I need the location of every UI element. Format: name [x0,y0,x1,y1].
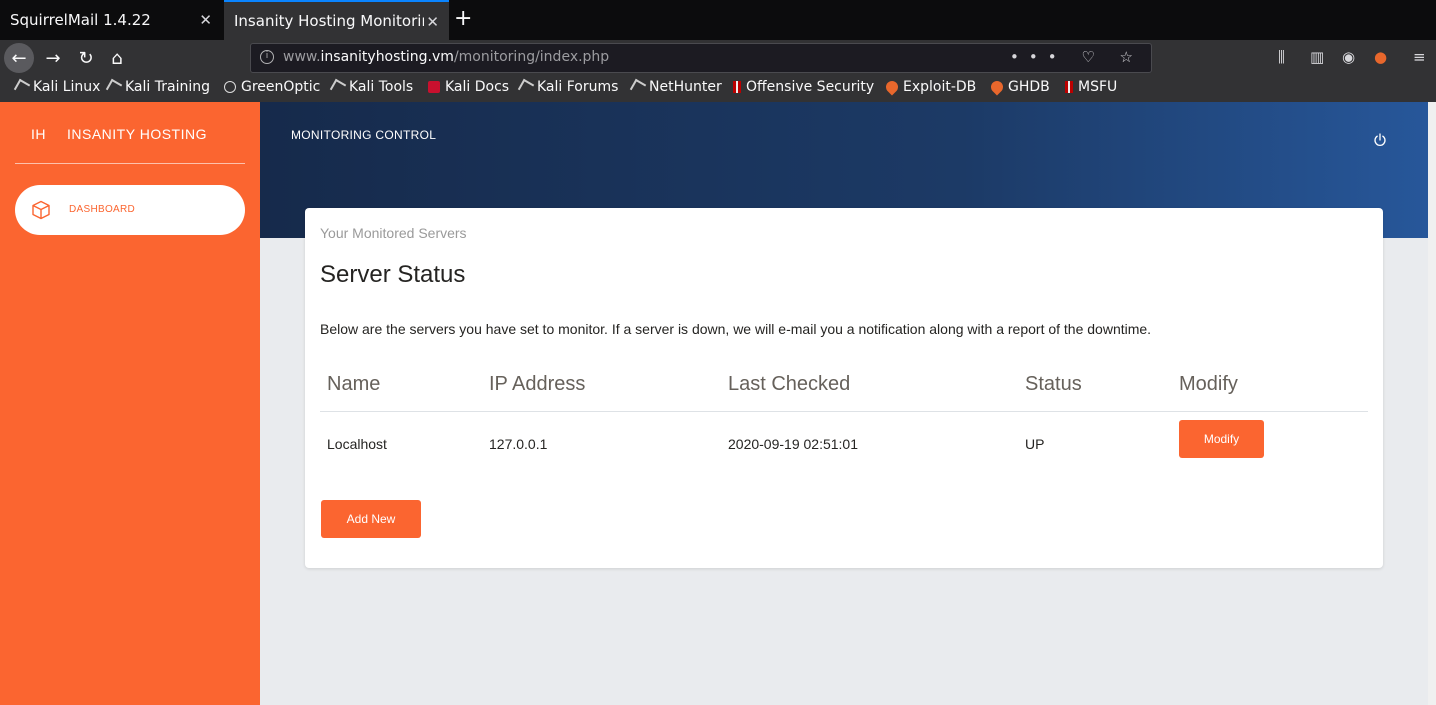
arrow-left-icon: ← [11,47,27,69]
home-icon: ⌂ [111,47,123,69]
bookmark-kali-training[interactable]: Kali Training [105,78,210,96]
tab-label: Insanity Hosting Monitoring [234,12,424,30]
close-tab-icon[interactable]: ✕ [199,11,212,29]
add-new-button[interactable]: Add New [321,500,421,538]
page-viewport: IH INSANITY HOSTING DASHBOARD MONITORING… [0,102,1428,705]
cell-last-checked: 2020-09-19 02:51:01 [728,436,858,452]
column-header-last-checked: Last Checked [728,373,851,395]
kali-dragon-icon [629,78,647,96]
url-text[interactable]: www.insanityhosting.vm/monitoring/index.… [283,49,609,65]
sidebar-toggle-icon[interactable]: ▥ [1310,48,1324,66]
column-header-modify: Modify [1179,373,1238,395]
offsec-icon [1065,81,1073,93]
power-icon[interactable] [1373,133,1387,147]
menu-icon[interactable]: ≡ [1413,48,1426,66]
cube-icon [32,200,50,220]
kali-docs-icon [428,81,440,93]
kali-dragon-icon [517,78,535,96]
cell-status: UP [1025,436,1045,452]
reload-icon: ↻ [78,47,94,69]
sidebar-item-dashboard[interactable]: DASHBOARD [15,185,245,235]
table-divider [320,411,1368,412]
browser-tab-bar: SquirrelMail 1.4.22 ✕ Insanity Hosting M… [0,0,1436,40]
logo-text[interactable]: INSANITY HOSTING [67,126,207,142]
kali-dragon-icon [105,78,123,96]
browser-nav-bar: ← → ↻ ⌂ i www.insanityhosting.vm/monitor… [0,40,1436,76]
exploitdb-icon [883,78,901,96]
url-path: /monitoring/index.php [453,49,610,65]
library-icon[interactable]: ⫼ [1278,48,1285,66]
info-icon[interactable]: i [260,50,274,64]
extension-icon[interactable]: ● [1374,48,1387,66]
modify-button[interactable]: Modify [1179,420,1264,458]
cell-name: Localhost [327,436,387,452]
bookmark-kali-docs[interactable]: Kali Docs [428,79,509,95]
new-tab-button[interactable]: + [454,6,472,31]
bookmark-kali-linux[interactable]: Kali Linux [13,78,100,96]
bookmark-msfu[interactable]: MSFU [1065,79,1117,95]
globe-icon [224,81,236,93]
bookmark-offensive-security[interactable]: Offensive Security [733,79,874,95]
server-status-card: Your Monitored Servers Server Status Bel… [305,208,1383,568]
tab-insanity-monitoring[interactable]: Insanity Hosting Monitoring ✕ [224,0,449,40]
page-actions-icons[interactable]: ••• ♡ ☆ [1010,48,1143,66]
reload-button[interactable]: ↻ [71,43,101,73]
header-title[interactable]: MONITORING CONTROL [291,128,436,142]
exploitdb-icon [988,78,1006,96]
close-tab-icon[interactable]: ✕ [426,13,439,31]
back-button[interactable]: ← [4,43,34,73]
url-domain: insanityhosting.vm [320,49,454,65]
bookmark-ghdb[interactable]: GHDB [988,78,1050,96]
tab-label: SquirrelMail 1.4.22 [10,11,151,29]
arrow-right-icon: → [45,47,61,69]
home-button[interactable]: ⌂ [102,43,132,73]
forward-button[interactable]: → [38,43,68,73]
column-header-status: Status [1025,373,1082,395]
sidebar-item-label: DASHBOARD [69,204,136,215]
bookmark-kali-tools[interactable]: Kali Tools [329,78,413,96]
column-header-name: Name [327,373,381,395]
kali-dragon-icon [13,78,31,96]
column-header-ip: IP Address [489,373,586,395]
account-icon[interactable]: ◉ [1342,48,1355,66]
kali-dragon-icon [329,78,347,96]
sidebar-divider [15,163,245,164]
card-category: Your Monitored Servers [320,225,467,241]
offsec-icon [733,81,741,93]
tab-squirrelmail[interactable]: SquirrelMail 1.4.22 ✕ [0,0,222,40]
bookmark-exploit-db[interactable]: Exploit-DB [883,78,976,96]
page-scrollbar[interactable] [1428,102,1436,705]
sidebar: IH INSANITY HOSTING DASHBOARD [0,102,260,705]
cell-ip: 127.0.0.1 [489,436,548,452]
bookmark-nethunter[interactable]: NetHunter [629,78,722,96]
logo-mini[interactable]: IH [31,126,46,142]
bookmark-kali-forums[interactable]: Kali Forums [517,78,618,96]
bookmark-greenoptic[interactable]: GreenOptic [224,79,320,95]
bookmarks-bar: Kali Linux Kali Training GreenOptic Kali… [0,76,1436,102]
url-bar[interactable]: i www.insanityhosting.vm/monitoring/inde… [250,43,1152,73]
card-title: Server Status [320,261,466,288]
card-description: Below are the servers you have set to mo… [320,321,1152,337]
